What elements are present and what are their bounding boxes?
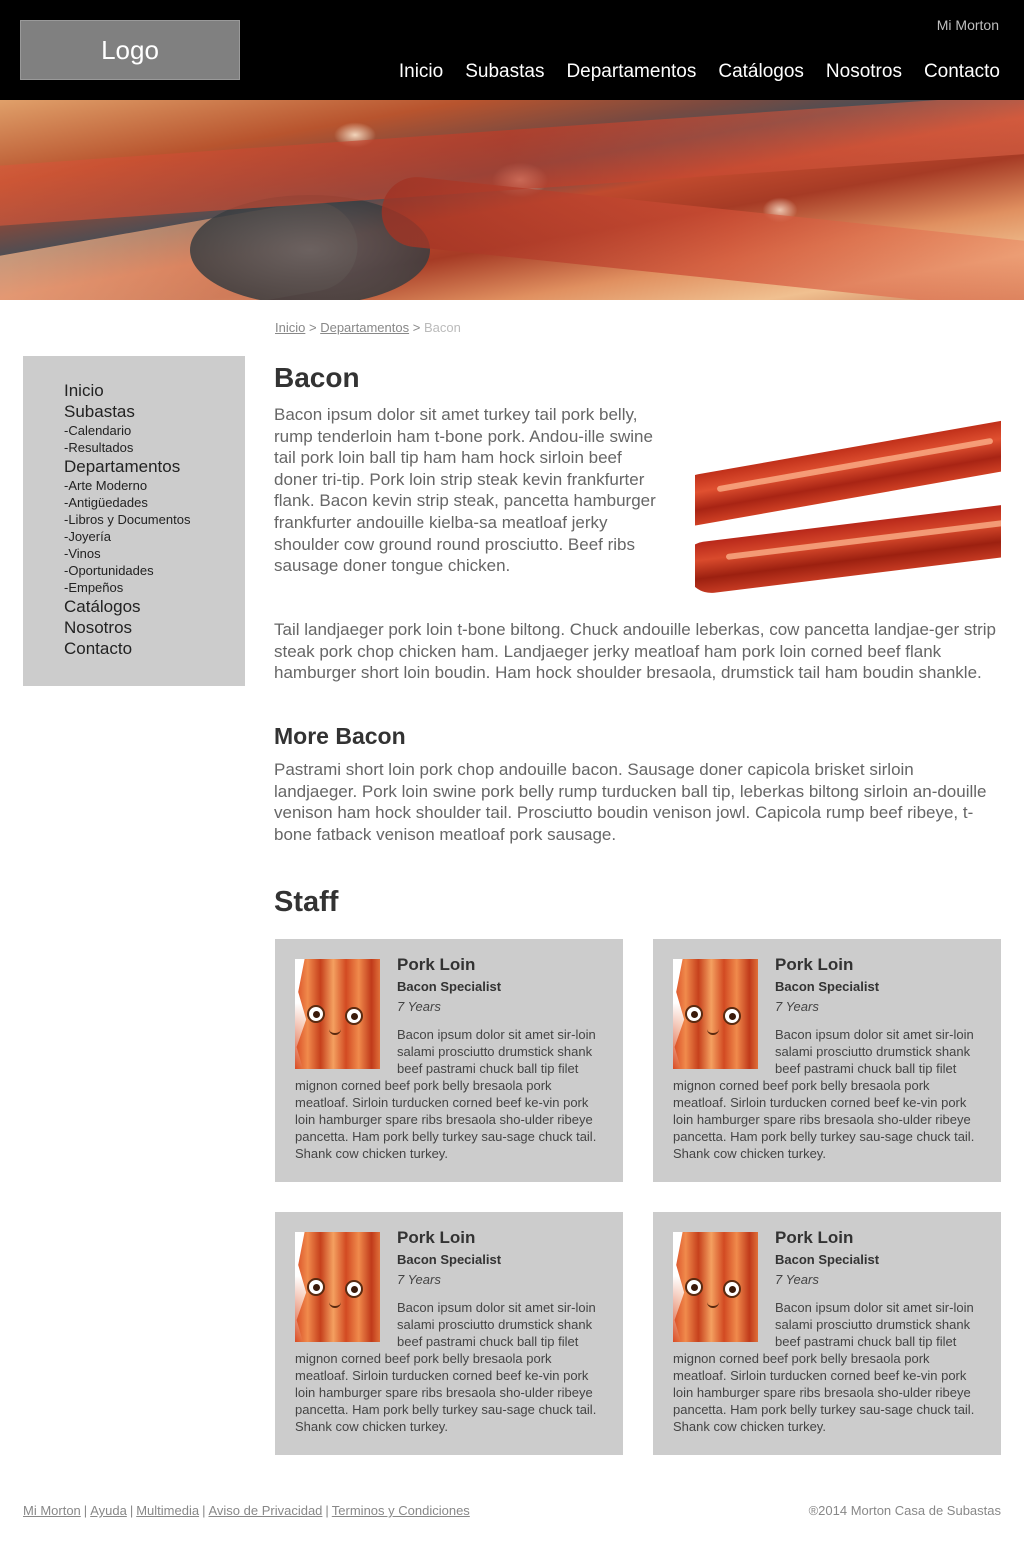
staff-card: Pork Loin Bacon Specialist 7 Years Bacon… (653, 939, 1001, 1182)
sidebar-item-arte-moderno[interactable]: -Arte Moderno (64, 477, 245, 494)
bacon-strips-image (695, 407, 1001, 594)
hero-bacon-image (0, 100, 1024, 300)
sidebar-menu: Inicio Subastas -Calendario -Resultados … (23, 356, 245, 686)
sidebar-item-antiguedades[interactable]: -Antigüedades (64, 494, 245, 511)
nav-contacto[interactable]: Contacto (924, 61, 1000, 83)
footer-links: Mi Morton | Ayuda | Multimedia | Aviso de Priv… (23, 1503, 470, 1518)
breadcrumb-separator: > (308, 320, 317, 335)
staff-avatar (295, 959, 380, 1069)
sidebar-item-nosotros[interactable]: Nosotros (64, 617, 245, 638)
body-paragraph: Tail landjaeger pork loin t-bone biltong… (274, 620, 996, 683)
breadcrumb: Inicio > Departamentos > Bacon (275, 320, 461, 335)
footer-link-multimedia[interactable]: Multimedia (136, 1503, 199, 1518)
breadcrumb-inicio[interactable]: Inicio (275, 320, 305, 335)
sidebar-item-subastas[interactable]: Subastas (64, 401, 245, 422)
nav-subastas[interactable]: Subastas (465, 61, 544, 83)
staff-card: Pork Loin Bacon Specialist 7 Years Bacon… (275, 939, 623, 1182)
copyright-text: ®2014 Morton Casa de Subastas (808, 1503, 1001, 1518)
nav-nosotros[interactable]: Nosotros (826, 61, 902, 83)
sidebar-item-empenos[interactable]: -Empeños (64, 579, 245, 596)
body-paragraph: Pastrami short loin pork chop andouille … (274, 760, 987, 844)
breadcrumb-current: Bacon (423, 320, 461, 335)
sidebar-item-vinos[interactable]: -Vinos (64, 545, 245, 562)
sidebar-item-oportunidades[interactable]: -Oportunidades (64, 562, 245, 579)
nav-catalogos[interactable]: Catálogos (718, 61, 804, 83)
main-content: Bacon Bacon ipsum dolor sit amet turkey … (274, 362, 1001, 918)
footer-link-mi-morton[interactable]: Mi Morton (23, 1503, 81, 1518)
sidebar-item-contacto[interactable]: Contacto (64, 638, 245, 659)
account-link[interactable]: Mi Morton (937, 17, 999, 33)
site-header: Logo Mi Morton Inicio Subastas Departame… (0, 0, 1024, 100)
section-heading-staff: Staff (274, 886, 339, 918)
footer-link-ayuda[interactable]: Ayuda (90, 1503, 127, 1518)
staff-avatar (673, 959, 758, 1069)
sidebar-item-joyeria[interactable]: -Joyería (64, 528, 245, 545)
page-title: Bacon (274, 362, 360, 393)
breadcrumb-departamentos[interactable]: Departamentos (320, 320, 409, 335)
breadcrumb-separator: > (412, 320, 421, 335)
staff-avatar (295, 1232, 380, 1342)
nav-inicio[interactable]: Inicio (399, 61, 443, 83)
footer-link-privacidad[interactable]: Aviso de Privacidad (208, 1503, 322, 1518)
main-nav: Inicio Subastas Departamentos Catálogos … (399, 61, 1000, 83)
sidebar-item-inicio[interactable]: Inicio (64, 380, 245, 401)
sidebar-item-calendario[interactable]: -Calendario (64, 422, 245, 439)
sidebar-item-catalogos[interactable]: Catálogos (64, 596, 245, 617)
section-heading-more-bacon: More Bacon (274, 723, 406, 749)
sidebar-item-resultados[interactable]: -Resultados (64, 439, 245, 456)
sidebar-item-departamentos[interactable]: Departamentos (64, 456, 245, 477)
site-logo[interactable]: Logo (20, 20, 240, 80)
staff-card: Pork Loin Bacon Specialist 7 Years Bacon… (275, 1212, 623, 1455)
intro-paragraph: Bacon ipsum dolor sit amet turkey tail p… (274, 405, 656, 576)
footer-link-terminos[interactable]: Terminos y Condiciones (332, 1503, 470, 1518)
staff-avatar (673, 1232, 758, 1342)
sidebar-item-libros[interactable]: -Libros y Documentos (64, 511, 245, 528)
nav-departamentos[interactable]: Departamentos (566, 61, 696, 83)
staff-card: Pork Loin Bacon Specialist 7 Years Bacon… (653, 1212, 1001, 1455)
